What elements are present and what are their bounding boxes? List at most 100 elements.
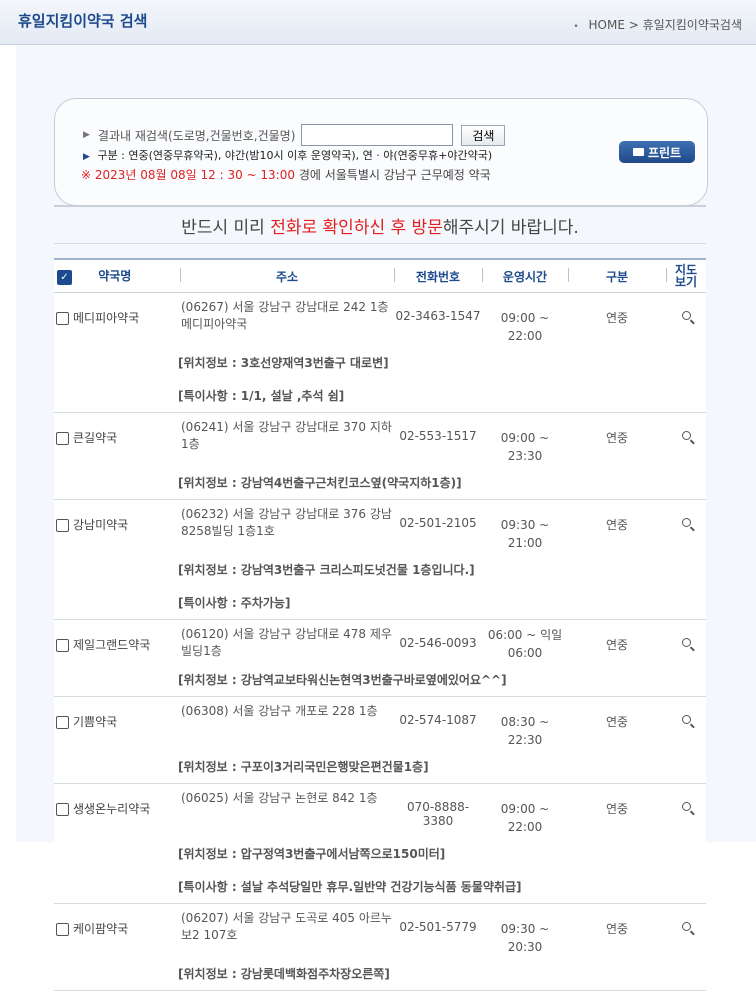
row-checkbox[interactable] — [56, 923, 69, 936]
address-cell: (06241) 서울 강남구 강남대로 370 지하 1층 — [181, 420, 392, 451]
search-icon[interactable] — [681, 715, 691, 724]
pharmacy-name[interactable]: 메디피아약국 — [73, 311, 139, 325]
row-checkbox[interactable] — [56, 639, 69, 652]
pharmacy-name[interactable]: 케이팜약국 — [73, 922, 128, 936]
search-icon[interactable] — [681, 431, 691, 440]
notice-highlight: 전화로 확인하신 후 방문 — [270, 218, 443, 238]
type-cell: 연중 — [605, 311, 629, 325]
printer-icon — [632, 148, 644, 156]
col-hours: 운영시간 — [482, 258, 568, 293]
bullet-icon: • — [573, 22, 579, 32]
address-cell: (06232) 서울 강남구 강남대로 376 강남 8258빌딩 1층1호 — [181, 507, 392, 538]
hours-cell: 09:30 ~ 20:30 — [500, 922, 550, 954]
info-row: [위치정보 : 구포이3거리국민은행맞은편건물1층] — [54, 750, 706, 784]
phone-cell: 070-8888-3380 — [406, 800, 470, 828]
row-checkbox[interactable] — [56, 432, 69, 445]
map-cell — [666, 500, 706, 554]
name-cell: 기쁨약국 — [54, 697, 180, 751]
hours-cell: 09:00 ~ 23:30 — [500, 431, 550, 463]
table-row: 제일그랜드약국 (06120) 서울 강남구 강남대로 478 제우 빌딩1층 02… — [54, 620, 706, 664]
table-row: 생생온누리약국 (06025) 서울 강남구 논현로 842 1층 070-8888… — [54, 784, 706, 838]
location-info: [위치정보 : 강남롯데백화점주차장오른쪽] — [54, 957, 706, 991]
pharmacy-name[interactable]: 기쁨약국 — [73, 715, 117, 729]
search-icon[interactable] — [681, 802, 691, 811]
breadcrumb-separator: > — [628, 18, 639, 32]
phone-cell: 02-546-0093 — [399, 636, 477, 650]
address-cell: (06025) 서울 강남구 논현로 842 1층 — [181, 791, 378, 805]
phone-cell: 02-501-2105 — [399, 516, 477, 530]
map-cell — [666, 413, 706, 467]
address-cell: (06267) 서울 강남구 강남대로 242 1층 메디피아약국 — [181, 300, 389, 331]
triangle-icon: ▶ — [83, 130, 90, 140]
location-info: [특이사항 : 주차가능] — [54, 586, 706, 620]
select-all-cell: ✓ 약국명 — [54, 258, 180, 293]
search-icon[interactable] — [681, 638, 691, 647]
search-icon[interactable] — [681, 518, 691, 527]
location-info: [특이사항 : 1/1, 설날 ,추석 쉼] — [54, 379, 706, 413]
name-cell: 제일그랜드약국 — [54, 620, 180, 664]
table-row: 강남미약국 (06232) 서울 강남구 강남대로 376 강남 8258빌딩 1… — [54, 500, 706, 554]
type-cell: 연중 — [605, 802, 629, 816]
pharmacy-name[interactable]: 강남미약국 — [73, 518, 128, 532]
col-name: 약국명 — [98, 269, 132, 283]
print-button[interactable]: 프린트 — [619, 141, 695, 163]
breadcrumb-home[interactable]: HOME — [589, 18, 625, 32]
hours-cell: 06:00 ~ 익일 06:00 — [487, 628, 563, 660]
map-cell — [666, 293, 706, 347]
divider — [54, 205, 706, 207]
search-panel: ▶ 결과내 재검색(도로명,건물번호,건물명) 검색 ▶ 구분 : 연중(연중무… — [54, 98, 708, 206]
phone-cell: 02-553-1517 — [399, 429, 477, 443]
hours-cell: 08:30 ~ 22:30 — [500, 715, 550, 747]
hours-cell: 09:00 ~ 22:00 — [500, 311, 550, 343]
info-row: [위치정보 : 강남역3번출구 크리스피도넛건물 1층입니다.] — [54, 553, 706, 586]
hours-cell: 09:00 ~ 22:00 — [500, 802, 550, 834]
name-cell: 강남미약국 — [54, 500, 180, 554]
notice: 반드시 미리 전화로 확인하신 후 방문해주시기 바랍니다. — [54, 213, 706, 238]
page-title: 휴일지킴이약국 검색 — [18, 12, 148, 30]
search-icon[interactable] — [681, 311, 691, 320]
table-row: 기쁨약국 (06308) 서울 강남구 개포로 228 1층 02-574-1087… — [54, 697, 706, 751]
pharmacy-name[interactable]: 제일그랜드약국 — [73, 638, 150, 652]
research-label: 결과내 재검색(도로명,건물번호,건물명) — [97, 128, 296, 143]
type-cell: 연중 — [605, 518, 629, 532]
type-legend-text: 구분 : 연중(연중무휴약국), 야간(밤10시 이후 운영약국), 연 · 야… — [97, 149, 493, 162]
row-checkbox[interactable] — [56, 312, 69, 325]
research-input[interactable] — [301, 124, 454, 146]
map-cell — [666, 904, 706, 958]
row-checkbox[interactable] — [56, 519, 69, 532]
breadcrumb-current: 휴일지킴이약국검색 — [642, 18, 742, 32]
col-type: 구분 — [568, 258, 666, 293]
search-button[interactable]: 검색 — [461, 124, 506, 146]
pharmacy-name[interactable]: 생생온누리약국 — [73, 802, 150, 816]
location-info: [위치정보 : 3호선양재역3번출구 대로변] — [178, 356, 389, 370]
map-cell — [666, 784, 706, 838]
pharmacy-table: ✓ 약국명 주소 전화번호 운영시간 구분 지도보기 메디피아약국 (06267)… — [54, 258, 706, 991]
phone-cell: 02-574-1087 — [399, 713, 477, 727]
select-all-checkbox[interactable]: ✓ — [57, 270, 72, 285]
map-cell — [666, 620, 706, 664]
col-map: 지도보기 — [666, 258, 706, 293]
date-info: ※ 2023년 08월 08일 12 : 30 ~ 13:00 경에 서울특별시… — [81, 166, 491, 183]
col-phone: 전화번호 — [394, 258, 482, 293]
name-cell: 케이팜약국 — [54, 904, 180, 958]
location-text: 경에 서울특별시 강남구 근무예정 약국 — [298, 168, 491, 182]
map-cell — [666, 697, 706, 751]
row-checkbox[interactable] — [56, 803, 69, 816]
location-info: [위치정보 : 강남역교보타워신논현역3번출구바로옆에있어요^^] — [54, 663, 706, 697]
phone-cell: 02-3463-1547 — [395, 309, 481, 323]
name-cell: 큰길약국 — [54, 413, 180, 467]
pharmacy-name[interactable]: 큰길약국 — [73, 431, 117, 445]
research-row: ▶ 결과내 재검색(도로명,건물번호,건물명) 검색 — [83, 124, 506, 146]
info-row: [위치정보 : 강남역4번출구근처킨코스옆(약국지하1층)] — [54, 466, 706, 500]
info-row: [위치정보 : 3호선양재역3번출구 대로변] — [54, 346, 706, 379]
triangle-icon: ▶ — [83, 152, 90, 162]
col-address: 주소 — [180, 258, 394, 293]
type-legend: ▶ 구분 : 연중(연중무휴약국), 야간(밤10시 이후 운영약국), 연 ·… — [83, 147, 492, 163]
name-cell: 생생온누리약국 — [54, 784, 180, 838]
row-checkbox[interactable] — [56, 716, 69, 729]
table-row: 메디피아약국 (06267) 서울 강남구 강남대로 242 1층 메디피아약국 0… — [54, 293, 706, 347]
address-cell: (06308) 서울 강남구 개포로 228 1층 — [181, 704, 378, 718]
hours-cell: 09:30 ~ 21:00 — [500, 518, 550, 550]
search-icon[interactable] — [681, 922, 691, 931]
info-row: [특이사항 : 주차가능] — [54, 586, 706, 620]
